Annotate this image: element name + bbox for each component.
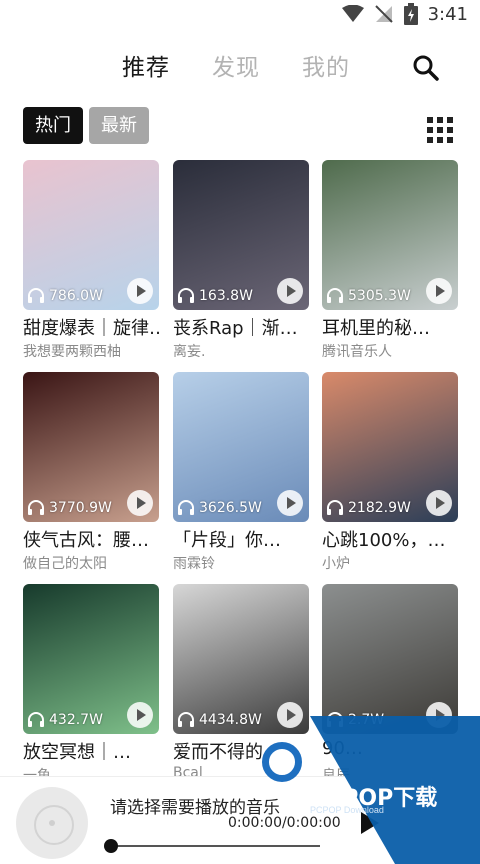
- status-bar: 3:41: [0, 0, 480, 28]
- playlist-author: 我想要两颗西柚: [23, 344, 121, 360]
- headphones-icon: [28, 500, 44, 515]
- top-nav: 推荐 发现 我的: [0, 40, 480, 90]
- headphones-icon: [178, 288, 194, 303]
- playlist-cover[interactable]: 432.7W: [23, 584, 159, 734]
- playlist-title: 侠气古风：腰…: [23, 530, 149, 551]
- headphones-icon: [327, 500, 343, 515]
- playlist-cover[interactable]: 5305.3W: [322, 160, 458, 310]
- headphones-icon: [28, 712, 44, 727]
- no-signal-icon: [374, 5, 394, 23]
- playlist-title: 耳机里的秘…: [322, 318, 430, 339]
- play-count-value: 3770.9W: [49, 500, 112, 516]
- play-count-value: 163.8W: [199, 288, 253, 304]
- filter-hot-chip[interactable]: 热门: [23, 107, 83, 144]
- playlist-cover[interactable]: 4434.8W: [173, 584, 309, 734]
- cover-play-icon[interactable]: [277, 278, 303, 304]
- playlist-author: 离妄.: [173, 344, 206, 360]
- playlist-author: 雨霖铃: [173, 556, 215, 572]
- play-count-value: 5305.3W: [348, 288, 411, 304]
- playlist-author: 腾讯音乐人: [322, 344, 392, 360]
- playlist-cover[interactable]: 3626.5W: [173, 372, 309, 522]
- headphones-icon: [178, 712, 194, 727]
- tab-mine[interactable]: 我的: [302, 48, 350, 82]
- filter-row: 热门 最新: [23, 107, 457, 145]
- seek-bar[interactable]: [110, 845, 320, 847]
- watermark-sub: PCPOP Download: [310, 805, 384, 815]
- playlist-cover[interactable]: 2182.9W: [322, 372, 458, 522]
- playlist-cover[interactable]: 163.8W: [173, 160, 309, 310]
- cover-play-icon[interactable]: [127, 702, 153, 728]
- seek-handle[interactable]: [104, 839, 118, 853]
- cover-play-icon[interactable]: [426, 278, 452, 304]
- play-count: 3626.5W: [177, 500, 262, 516]
- playlist-cover[interactable]: 3770.9W: [23, 372, 159, 522]
- playlist-author: 小炉: [322, 556, 350, 572]
- grid-view-icon[interactable]: [427, 117, 453, 143]
- battery-charging-icon: [403, 3, 418, 25]
- playlist-cover[interactable]: 2.7W: [322, 584, 458, 734]
- play-count: 2182.9W: [326, 500, 411, 516]
- album-disc-icon[interactable]: [16, 787, 88, 859]
- cover-play-icon[interactable]: [277, 490, 303, 516]
- wifi-icon: [341, 5, 364, 23]
- tab-recommend[interactable]: 推荐: [122, 48, 170, 82]
- playlist-title: 甜度爆表｜旋律…: [23, 318, 163, 339]
- headphones-icon: [178, 500, 194, 515]
- play-count-value: 4434.8W: [199, 712, 262, 728]
- play-count-value: 3626.5W: [199, 500, 262, 516]
- cover-play-icon[interactable]: [127, 490, 153, 516]
- search-icon[interactable]: [412, 54, 440, 82]
- status-time: 3:41: [427, 3, 468, 25]
- playlist-title: 「片段」你…: [173, 530, 281, 551]
- playlist-cover[interactable]: 786.0W: [23, 160, 159, 310]
- watermark-logo-icon: [262, 742, 302, 782]
- playlist-author: 做自己的太阳: [23, 556, 107, 572]
- play-count-value: 432.7W: [49, 712, 103, 728]
- cover-play-icon[interactable]: [426, 490, 452, 516]
- play-count: 163.8W: [177, 288, 253, 304]
- play-count: 432.7W: [27, 712, 103, 728]
- pcpop-watermark: PCPOP下载 PCPOP Download: [262, 716, 480, 864]
- playlist-title: 丧系Rap｜渐…: [173, 318, 298, 339]
- play-count: 786.0W: [27, 288, 103, 304]
- play-count: 3770.9W: [27, 500, 112, 516]
- headphones-icon: [327, 288, 343, 303]
- headphones-icon: [28, 288, 44, 303]
- play-count-value: 786.0W: [49, 288, 103, 304]
- play-count: 4434.8W: [177, 712, 262, 728]
- cover-play-icon[interactable]: [127, 278, 153, 304]
- playlist-title: 放空冥想｜…: [23, 742, 131, 763]
- playlist-title: 心跳100%，…: [322, 530, 446, 551]
- play-count-value: 2182.9W: [348, 500, 411, 516]
- play-count: 5305.3W: [326, 288, 411, 304]
- filter-latest-chip[interactable]: 最新: [89, 107, 149, 144]
- tab-discover[interactable]: 发现: [212, 48, 260, 82]
